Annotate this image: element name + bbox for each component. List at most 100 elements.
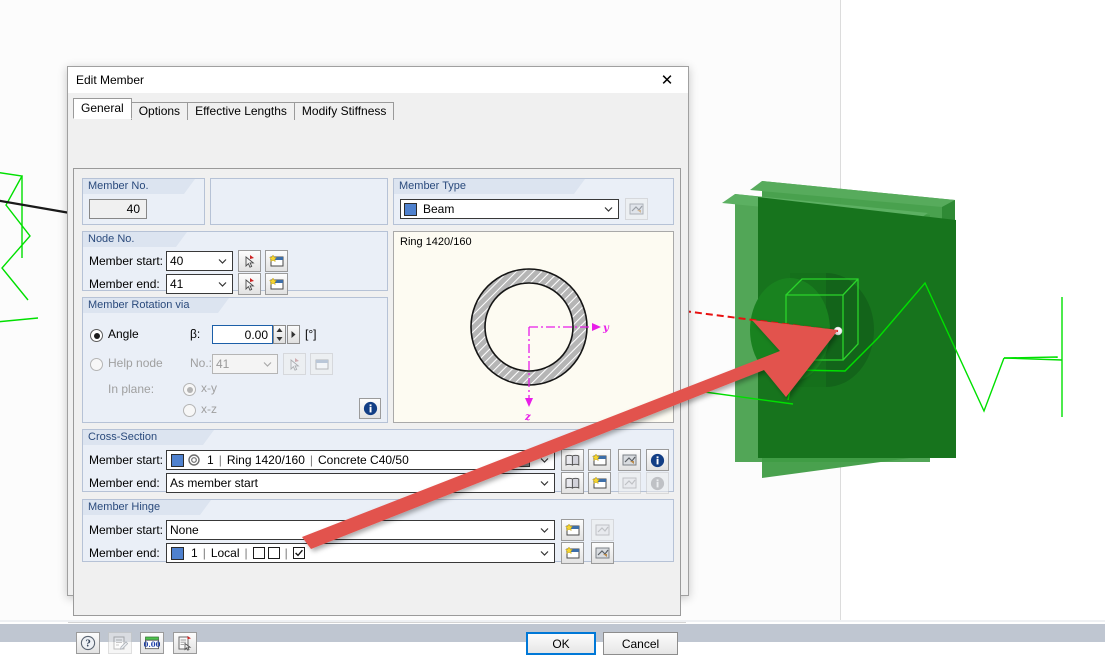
chevron-down-icon [540,551,549,556]
chevron-down-icon [218,282,227,287]
edit-hinge-icon[interactable] [591,542,614,564]
ring-shape-icon [188,454,200,466]
footer-separator [68,622,686,623]
svg-text:?: ? [85,640,90,650]
edit-section-icon[interactable] [618,449,641,471]
node-member-start-value: 40 [170,254,184,268]
member-type-color-swatch [404,202,417,216]
pick-node-icon[interactable] [238,273,261,295]
library-icon[interactable] [561,449,584,471]
cross-section-start-label: Member start: [89,453,164,467]
new-section-icon[interactable] [588,449,611,471]
wireframe-left [0,172,39,323]
plane-xy-radio[interactable] [183,383,196,396]
in-plane-label: In plane: [108,382,155,396]
help-icon[interactable]: ? [76,632,100,654]
tab-options[interactable]: Options [130,102,189,120]
cross-section-start-combo[interactable]: 1 | Ring 1420/160 | Concrete C40/50 [166,450,555,470]
new-hinge-icon[interactable] [561,542,584,564]
member-no-filler-panel [210,178,388,225]
comment-icon[interactable] [108,632,132,654]
member-type-combo[interactable]: Beam [400,199,619,219]
member-type-value: Beam [423,202,455,216]
node-member-end-combo[interactable]: 41 [166,274,233,294]
cross-section-preview-panel: Ring 1420/160 [393,231,675,424]
member-rotation-group: Member Rotation via Angle β: 0.00 [°] He… [82,297,388,423]
beta-more-button[interactable] [287,325,300,344]
units-icon[interactable]: 0.00 [140,632,164,654]
member-type-group-label: Member Type [394,179,585,194]
cross-section-end-combo[interactable]: As member start [166,473,555,493]
plane-xz-radio[interactable] [183,404,196,417]
beta-spinner[interactable] [273,325,286,344]
member-hinge-number: 1 [191,546,198,560]
tab-general[interactable]: General [73,98,132,119]
member-hinge-start-combo[interactable]: None [166,520,555,540]
node-member-end-label: Member end: [89,277,160,291]
new-hinge-icon[interactable] [561,519,584,541]
rotation-angle-label: Angle [108,327,139,341]
edit-member-dialog: Edit Member ✕ General Options Effective … [67,66,689,655]
cross-section-group-label: Cross-Section [83,430,214,445]
new-node-icon[interactable] [265,250,288,272]
beta-value-field[interactable]: 0.00 [212,325,273,344]
tab-panel-general: Member No. 40 Member Type Beam Node No. … [73,168,681,616]
node-member-start-combo[interactable]: 40 [166,251,233,271]
hinge-check-3 [292,547,305,559]
plane-xy-label: x-y [201,381,217,395]
info-icon[interactable] [646,472,669,494]
help-node-value: 41 [216,357,230,371]
new-section-icon[interactable] [588,472,611,494]
cross-section-end-label: Member end: [89,476,160,490]
cross-section-drawing: y z [394,232,675,424]
cancel-button[interactable]: Cancel [603,632,678,655]
edit-section-icon[interactable] [618,472,641,494]
edit-hinge-icon[interactable] [591,519,614,541]
info-icon[interactable] [359,398,381,419]
svg-text:0.00: 0.00 [144,640,160,649]
info-icon[interactable] [646,449,669,471]
beta-label: β: [190,327,201,341]
tab-modify-stiffness[interactable]: Modify Stiffness [293,102,395,120]
help-node-combo[interactable]: 41 [212,354,278,374]
print-icon[interactable] [173,632,197,654]
rotation-help-node-radio[interactable] [90,358,103,371]
cross-section-hatch-swatch [517,454,530,467]
chevron-down-icon [540,528,549,533]
node-no-group-label: Node No. [83,232,187,247]
close-icon[interactable]: ✕ [646,67,688,93]
tab-strip: General Options Effective Lengths Modify… [73,98,688,120]
edit-type-icon[interactable] [625,198,648,220]
member-hinge-axis: Local [210,546,240,560]
svg-text:z: z [524,412,531,423]
new-node-icon[interactable] [310,353,333,375]
cross-section-group: Cross-Section Member start: 1 | Ring 142… [82,429,674,494]
chevron-down-icon [604,207,613,212]
ok-button[interactable]: OK [526,632,596,655]
member-hinge-end-combo[interactable]: 1 | Local | | [166,543,555,563]
cross-section-number: 1 [207,453,214,467]
cross-section-name: Ring 1420/160 [226,453,305,467]
beta-unit-label: [°] [305,327,317,341]
tab-effective-lengths[interactable]: Effective Lengths [187,102,295,120]
member-hinge-color-swatch [171,546,184,560]
model-plates [689,181,1063,478]
member-no-group-label: Member No. [83,179,195,194]
library-icon[interactable] [561,472,584,494]
member-hinge-end-label: Member end: [89,546,160,560]
node-no-group: Node No. Member start: 40 Member end: 41 [82,231,388,295]
pick-node-icon[interactable] [238,250,261,272]
pick-node-icon[interactable] [283,353,306,375]
plane-xz-label: x-z [201,402,217,416]
chevron-down-icon [263,362,272,367]
rotation-angle-radio[interactable] [90,329,103,342]
cross-section-color-swatch [171,453,184,467]
member-hinge-start-value: None [170,523,199,537]
new-node-icon[interactable] [265,273,288,295]
svg-text:y: y [602,323,610,334]
hinge-check-2 [267,547,280,559]
cross-section-material: Concrete C40/50 [318,453,409,467]
member-no-field[interactable]: 40 [89,199,147,219]
member-hinge-start-label: Member start: [89,523,164,537]
dialog-titlebar: Edit Member ✕ [68,67,688,94]
